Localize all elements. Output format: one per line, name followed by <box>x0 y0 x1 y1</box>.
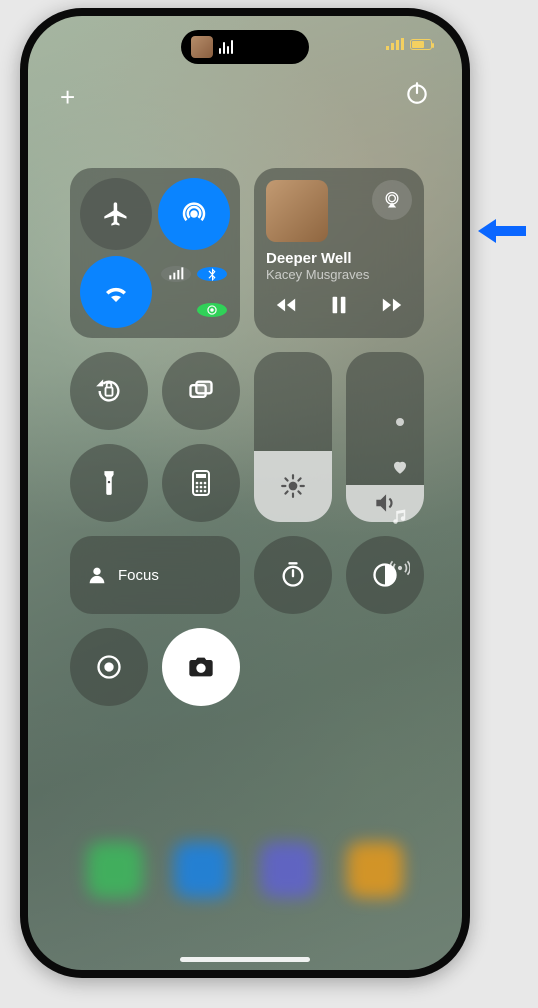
hotspot-toggle[interactable] <box>197 303 227 317</box>
media-artist: Kacey Musgraves <box>266 267 412 282</box>
volume-slider[interactable] <box>346 352 424 522</box>
battery-icon <box>410 39 432 50</box>
dark-mode-button[interactable] <box>346 536 424 614</box>
timer-button[interactable] <box>254 536 332 614</box>
page-indicators[interactable] <box>390 418 410 578</box>
rotation-lock-icon <box>95 377 123 405</box>
play-pause-button[interactable] <box>328 294 350 316</box>
brightness-slider[interactable] <box>254 352 332 522</box>
timer-icon <box>279 561 307 589</box>
screen-mirroring-icon <box>187 377 215 405</box>
calculator-icon <box>189 469 213 497</box>
dock-blur <box>72 842 418 922</box>
bluetooth-toggle[interactable] <box>197 267 227 281</box>
airdrop-toggle[interactable] <box>158 178 230 250</box>
bluetooth-icon <box>205 267 219 281</box>
cellular-icon <box>168 266 184 282</box>
phone-frame: + <box>20 8 470 978</box>
media-module[interactable]: Deeper Well Kacey Musgraves <box>254 168 424 338</box>
previous-track-button[interactable] <box>274 294 298 316</box>
control-center-topbar: + <box>28 76 462 116</box>
page-dot-home[interactable] <box>396 418 404 426</box>
music-note-icon[interactable] <box>391 508 409 526</box>
power-button[interactable] <box>404 80 430 106</box>
flashlight-button[interactable] <box>70 444 148 522</box>
camera-icon <box>187 655 215 679</box>
airplay-button[interactable] <box>372 180 412 220</box>
annotation-arrow <box>478 216 526 246</box>
screen-record-button[interactable] <box>70 628 148 706</box>
camera-button[interactable] <box>162 628 240 706</box>
connectivity-module[interactable] <box>70 168 240 338</box>
media-track-title: Deeper Well <box>266 250 412 267</box>
island-album-art <box>191 36 213 58</box>
wifi-icon <box>101 277 131 307</box>
focus-label: Focus <box>118 567 159 584</box>
add-control-button[interactable]: + <box>60 82 75 113</box>
orientation-lock-button[interactable] <box>70 352 148 430</box>
focus-button[interactable]: Focus <box>70 536 240 614</box>
power-icon <box>404 80 430 106</box>
island-audio-indicator <box>219 40 233 54</box>
broadcast-icon[interactable] <box>390 558 410 578</box>
cellular-toggle[interactable] <box>161 266 191 282</box>
heart-icon[interactable] <box>391 458 409 476</box>
screen: + <box>28 16 462 970</box>
airdrop-icon <box>179 199 209 229</box>
airplay-icon <box>382 190 402 210</box>
next-track-button[interactable] <box>380 294 404 316</box>
record-icon <box>95 653 123 681</box>
status-right <box>386 38 432 50</box>
screen-mirroring-button[interactable] <box>162 352 240 430</box>
person-icon <box>86 564 108 586</box>
connectivity-more[interactable] <box>158 256 230 328</box>
dynamic-island[interactable] <box>181 30 309 64</box>
sun-icon <box>280 473 306 499</box>
hotspot-icon <box>205 303 219 317</box>
album-art <box>266 180 328 242</box>
flashlight-icon <box>98 469 120 497</box>
wifi-toggle[interactable] <box>80 256 152 328</box>
airplane-icon <box>102 200 130 228</box>
calculator-button[interactable] <box>162 444 240 522</box>
home-indicator[interactable] <box>180 957 310 962</box>
airplane-mode-toggle[interactable] <box>80 178 152 250</box>
control-center-grid: Deeper Well Kacey Musgraves <box>70 168 420 706</box>
cellular-icon <box>386 38 404 50</box>
